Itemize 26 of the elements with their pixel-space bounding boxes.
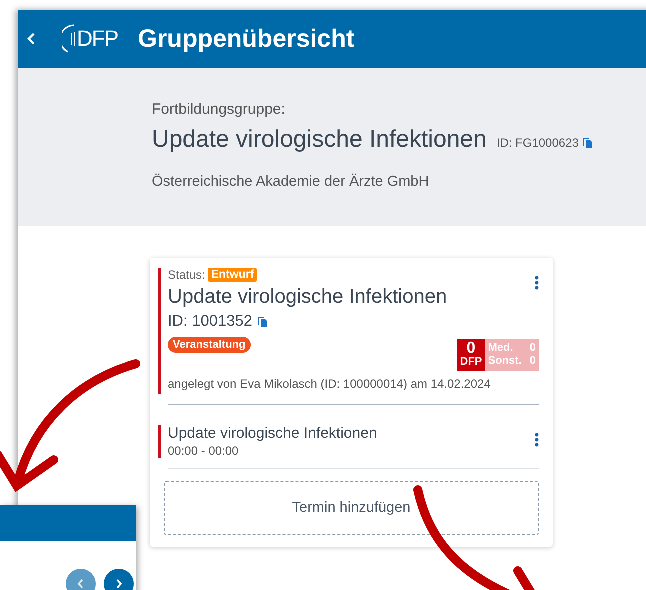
other-credits: Med. 0 Sonst. 0 bbox=[485, 339, 539, 372]
appointment-title: Update virologische Infektionen bbox=[168, 425, 378, 442]
dfp-credits: 0 DFP bbox=[457, 339, 486, 372]
appointment-time: 00:00 - 00:00 bbox=[168, 444, 240, 458]
organization-name: Österreichische Akademie der Ärzte GmbH bbox=[152, 174, 430, 190]
next-button[interactable] bbox=[104, 569, 134, 590]
event-id: ID: 1001352 bbox=[168, 313, 252, 331]
logo-arc-icon bbox=[62, 24, 76, 54]
logo-text: DFP bbox=[77, 26, 118, 52]
group-label: Fortbildungsgruppe: bbox=[152, 101, 286, 118]
more-options-icon[interactable] bbox=[535, 433, 539, 448]
copy-icon[interactable] bbox=[582, 137, 593, 149]
type-tag: Veranstaltung bbox=[168, 337, 251, 353]
group-id: ID: FG1000623 bbox=[496, 136, 579, 150]
add-appointment-button[interactable]: Termin hinzufügen bbox=[164, 481, 539, 536]
back-icon[interactable] bbox=[26, 32, 38, 46]
status-badge: Entwurf bbox=[208, 268, 258, 282]
status-label: Status: bbox=[168, 268, 206, 282]
event-title: Update virologische Infektionen bbox=[168, 286, 448, 309]
chevron-left-icon bbox=[76, 578, 86, 590]
group-name: Update virologische Infektionen bbox=[152, 126, 487, 154]
copy-icon[interactable] bbox=[257, 316, 268, 328]
created-info: angelegt von Eva Mikolasch (ID: 100000014) am 14.02.2024 bbox=[168, 377, 492, 392]
page-title: Gruppenübersicht bbox=[138, 24, 355, 54]
more-options-icon[interactable] bbox=[535, 276, 539, 290]
chevron-right-icon bbox=[114, 578, 124, 590]
